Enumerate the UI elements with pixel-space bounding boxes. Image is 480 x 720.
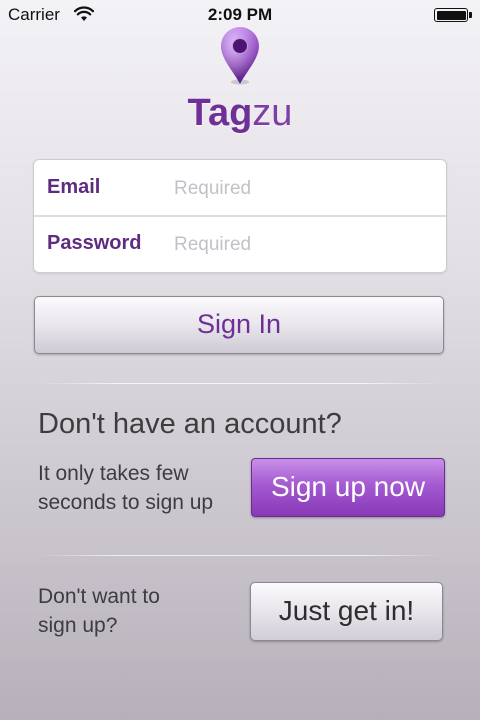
email-row: Email (34, 160, 446, 216)
signup-description-line2: seconds to sign up (38, 491, 214, 514)
signup-description: It only takes few seconds to sign up (38, 459, 253, 517)
guest-description: Don't want to sign up? (38, 582, 238, 640)
sign-up-now-button[interactable]: Sign up now (251, 458, 445, 517)
email-label: Email (47, 176, 101, 198)
password-label: Password (47, 232, 142, 254)
section-divider (36, 383, 444, 384)
brand-name-light: zu (252, 92, 293, 134)
app-logo-text: Tagzu (0, 90, 480, 136)
just-get-in-button[interactable]: Just get in! (250, 582, 443, 641)
email-field[interactable] (172, 172, 436, 206)
location-pin-icon (221, 27, 259, 85)
sign-in-button[interactable]: Sign In (34, 296, 444, 354)
signup-description-line1: It only takes few (38, 462, 189, 485)
login-form: Email Password (33, 159, 447, 273)
battery-icon (434, 8, 468, 22)
section-divider (36, 555, 444, 556)
guest-description-line1: Don't want to (38, 585, 160, 608)
brand-name-bold: Tag (187, 92, 253, 134)
status-time: 2:09 PM (207, 5, 273, 24)
password-row: Password (34, 216, 446, 272)
password-field[interactable] (172, 228, 436, 262)
signup-heading: Don't have an account? (38, 408, 342, 440)
battery-nub (469, 12, 472, 18)
guest-description-line2: sign up? (38, 614, 118, 637)
